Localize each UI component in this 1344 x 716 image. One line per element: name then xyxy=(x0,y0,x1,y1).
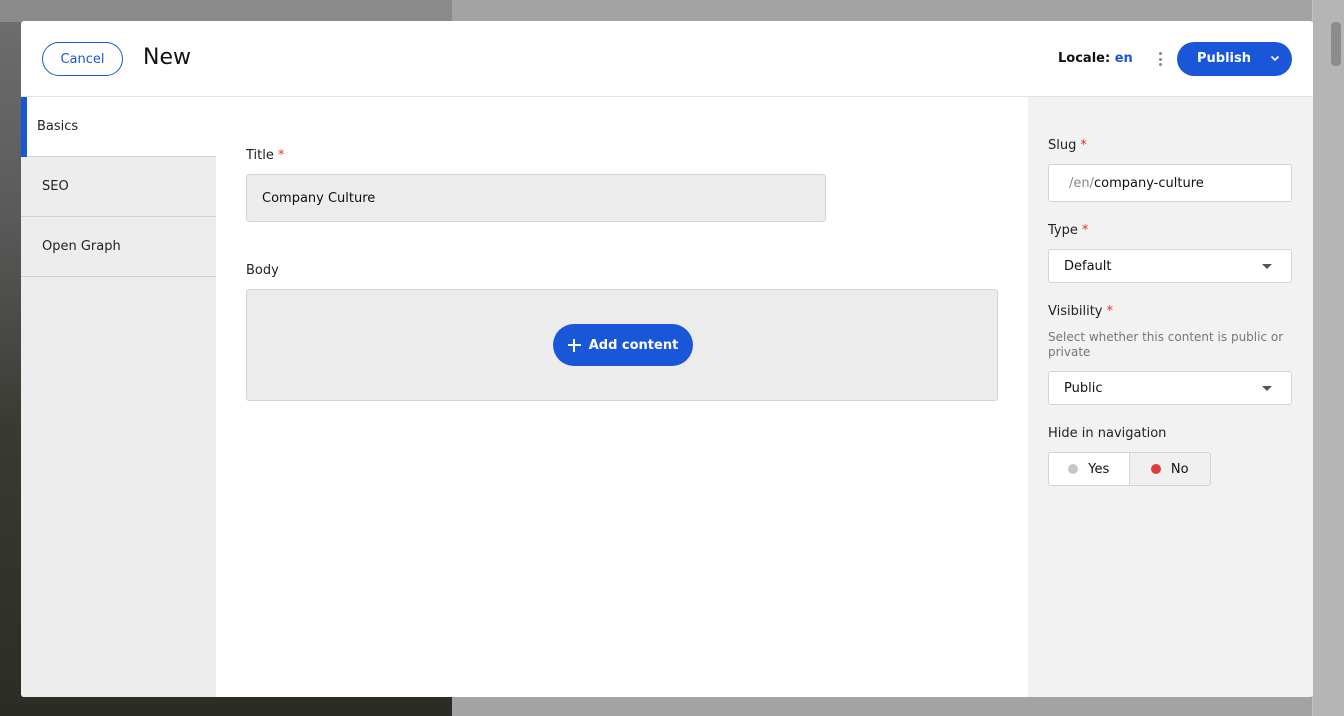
visibility-help-text: Select whether this content is public or… xyxy=(1048,330,1284,359)
plus-icon xyxy=(567,338,581,352)
chevron-down-icon[interactable] xyxy=(1269,52,1281,64)
locale-indicator[interactable]: Locale: en xyxy=(1058,51,1133,66)
slug-label-text: Slug xyxy=(1048,138,1077,153)
locale-label: Locale: xyxy=(1058,51,1111,66)
body-editor: Add content xyxy=(246,289,998,401)
sidebar-item-seo[interactable]: SEO xyxy=(21,157,216,217)
cancel-button[interactable]: Cancel xyxy=(42,42,123,76)
sidebar-nav: Basics SEO Open Graph xyxy=(21,97,216,697)
sidebar-item-label: SEO xyxy=(42,179,69,194)
add-content-button[interactable]: Add content xyxy=(553,324,693,366)
visibility-select[interactable]: Public xyxy=(1048,371,1292,405)
caret-down-icon xyxy=(1262,264,1272,269)
hide-in-navigation-toggle: Yes No xyxy=(1048,452,1211,486)
publish-button[interactable]: Publish xyxy=(1177,42,1292,76)
type-label-text: Type xyxy=(1048,223,1078,238)
caret-down-icon xyxy=(1262,386,1272,391)
toggle-option-no[interactable]: No xyxy=(1129,453,1210,485)
main-form: Title * Company Culture Body Add content xyxy=(216,97,1028,697)
more-options-icon[interactable] xyxy=(1156,52,1164,66)
backdrop-scrollbar xyxy=(1331,22,1341,66)
visibility-label-text: Visibility xyxy=(1048,304,1103,319)
visibility-label: Visibility * xyxy=(1048,304,1113,319)
required-marker: * xyxy=(1080,138,1087,153)
publish-label: Publish xyxy=(1197,51,1251,66)
sidebar-item-open-graph[interactable]: Open Graph xyxy=(21,217,216,277)
radio-dot-selected-icon xyxy=(1150,464,1161,474)
slug-label: Slug * xyxy=(1048,138,1087,153)
toggle-option-yes[interactable]: Yes xyxy=(1049,453,1130,485)
type-select[interactable]: Default xyxy=(1048,249,1292,283)
sidebar-item-label: Open Graph xyxy=(42,239,121,254)
locale-value[interactable]: en xyxy=(1115,51,1133,66)
radio-dot-icon xyxy=(1068,464,1079,474)
required-marker: * xyxy=(1106,304,1113,319)
title-label: Title * xyxy=(246,148,284,163)
sidebar-item-label: Basics xyxy=(37,119,79,134)
slug-field[interactable]: /en/company-culture xyxy=(1048,164,1292,202)
type-label: Type * xyxy=(1048,223,1088,238)
hide-in-navigation-label: Hide in navigation xyxy=(1048,426,1167,441)
required-marker: * xyxy=(277,148,285,163)
required-marker: * xyxy=(1081,223,1089,238)
slug-value: company-culture xyxy=(1094,175,1204,191)
toggle-option-label: No xyxy=(1170,461,1189,477)
visibility-select-value: Public xyxy=(1064,380,1103,396)
title-label-text: Title xyxy=(246,148,274,163)
slug-prefix: /en/ xyxy=(1069,175,1094,191)
title-field[interactable]: Company Culture xyxy=(246,174,826,222)
modal-header: Cancel New Locale: en Publish xyxy=(21,21,1313,97)
settings-panel: Slug * /en/company-culture Type * Default … xyxy=(1028,97,1313,697)
add-content-label: Add content xyxy=(588,337,679,353)
toggle-option-label: Yes xyxy=(1088,461,1110,477)
page-title: New xyxy=(143,45,191,70)
body-label: Body xyxy=(246,263,279,278)
sidebar-item-basics[interactable]: Basics xyxy=(21,97,216,157)
type-select-value: Default xyxy=(1064,258,1112,274)
editor-modal: Cancel New Locale: en Publish Basics SEO… xyxy=(21,21,1313,697)
